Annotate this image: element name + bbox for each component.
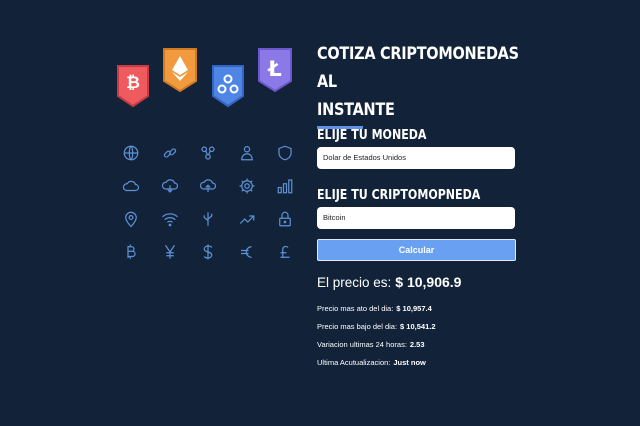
shield-icon bbox=[276, 144, 294, 162]
wifi-icon bbox=[161, 210, 179, 228]
icon-grid bbox=[112, 136, 305, 268]
hero-illustration: ₿ Ł bbox=[112, 44, 302, 259]
price-result: El precio es: $ 10,906.9 bbox=[317, 274, 461, 290]
cloud-icon bbox=[122, 177, 140, 195]
gear-icon bbox=[238, 177, 256, 195]
bitcoin-icon: ₿ bbox=[117, 65, 149, 108]
pound-icon bbox=[276, 243, 294, 261]
price-label: El precio es: bbox=[317, 275, 392, 290]
change-label: Variacion ultimas 24 horas: bbox=[317, 340, 407, 349]
currency-label: ELIJE TU MONEDA bbox=[317, 128, 427, 143]
cloud-download-icon bbox=[161, 177, 179, 195]
high-value: $ 10,957.4 bbox=[396, 304, 432, 313]
litecoin-icon: Ł bbox=[258, 48, 292, 93]
yen-icon bbox=[161, 243, 179, 261]
trend-up-icon bbox=[238, 210, 256, 228]
crypto-label: ELIJE TU CRIPTOMOPNEDA bbox=[317, 188, 481, 203]
updated-stat: Ultima Acutualizacion: Just now bbox=[317, 358, 426, 367]
usb-icon bbox=[199, 210, 217, 228]
page-title: COTIZA CRIPTOMONEDAS AL INSTANTE bbox=[317, 40, 519, 124]
cloud-upload-icon bbox=[199, 177, 217, 195]
updated-label: Ultima Acutualizacion: bbox=[317, 358, 391, 367]
svg-text:₿: ₿ bbox=[126, 73, 140, 93]
ethereum-icon bbox=[163, 48, 197, 93]
link-icon bbox=[161, 144, 179, 162]
crypto-tags: ₿ Ł bbox=[117, 48, 292, 108]
title-line-1: COTIZA CRIPTOMONEDAS AL bbox=[317, 44, 519, 92]
lock-icon bbox=[276, 210, 294, 228]
high-stat: Precio mas ato del dia: $ 10,957.4 bbox=[317, 304, 432, 313]
change-stat: Variacion ultimas 24 horas: 2.53 bbox=[317, 340, 425, 349]
euro-icon bbox=[238, 243, 256, 261]
location-pin-icon bbox=[122, 210, 140, 228]
title-line-2: INSTANTE bbox=[317, 100, 395, 120]
low-value: $ 10,541.2 bbox=[400, 322, 436, 331]
network-icon bbox=[199, 144, 217, 162]
bar-chart-icon bbox=[276, 177, 294, 195]
currency-select[interactable]: Dolar de Estados Unidos bbox=[317, 147, 515, 169]
price-value: $ 10,906.9 bbox=[395, 274, 462, 290]
svg-text:Ł: Ł bbox=[267, 57, 281, 81]
low-stat: Precio mas bajo del dia: $ 10,541.2 bbox=[317, 322, 436, 331]
globe-icon bbox=[122, 144, 140, 162]
change-value: 2.53 bbox=[409, 340, 425, 349]
bitcoin-icon bbox=[122, 243, 140, 261]
crypto-select[interactable]: Bitcoin bbox=[317, 207, 515, 229]
dollar-icon bbox=[199, 243, 217, 261]
updated-value: Just now bbox=[393, 358, 426, 367]
ripple-icon bbox=[212, 65, 244, 108]
user-icon bbox=[238, 144, 256, 162]
quote-panel: COTIZA CRIPTOMONEDAS AL INSTANTE ELIJE T… bbox=[317, 40, 519, 367]
calcular-button[interactable]: Calcular bbox=[317, 239, 516, 261]
low-label: Precio mas bajo del dia: bbox=[317, 322, 398, 331]
high-label: Precio mas ato del dia: bbox=[317, 304, 394, 313]
